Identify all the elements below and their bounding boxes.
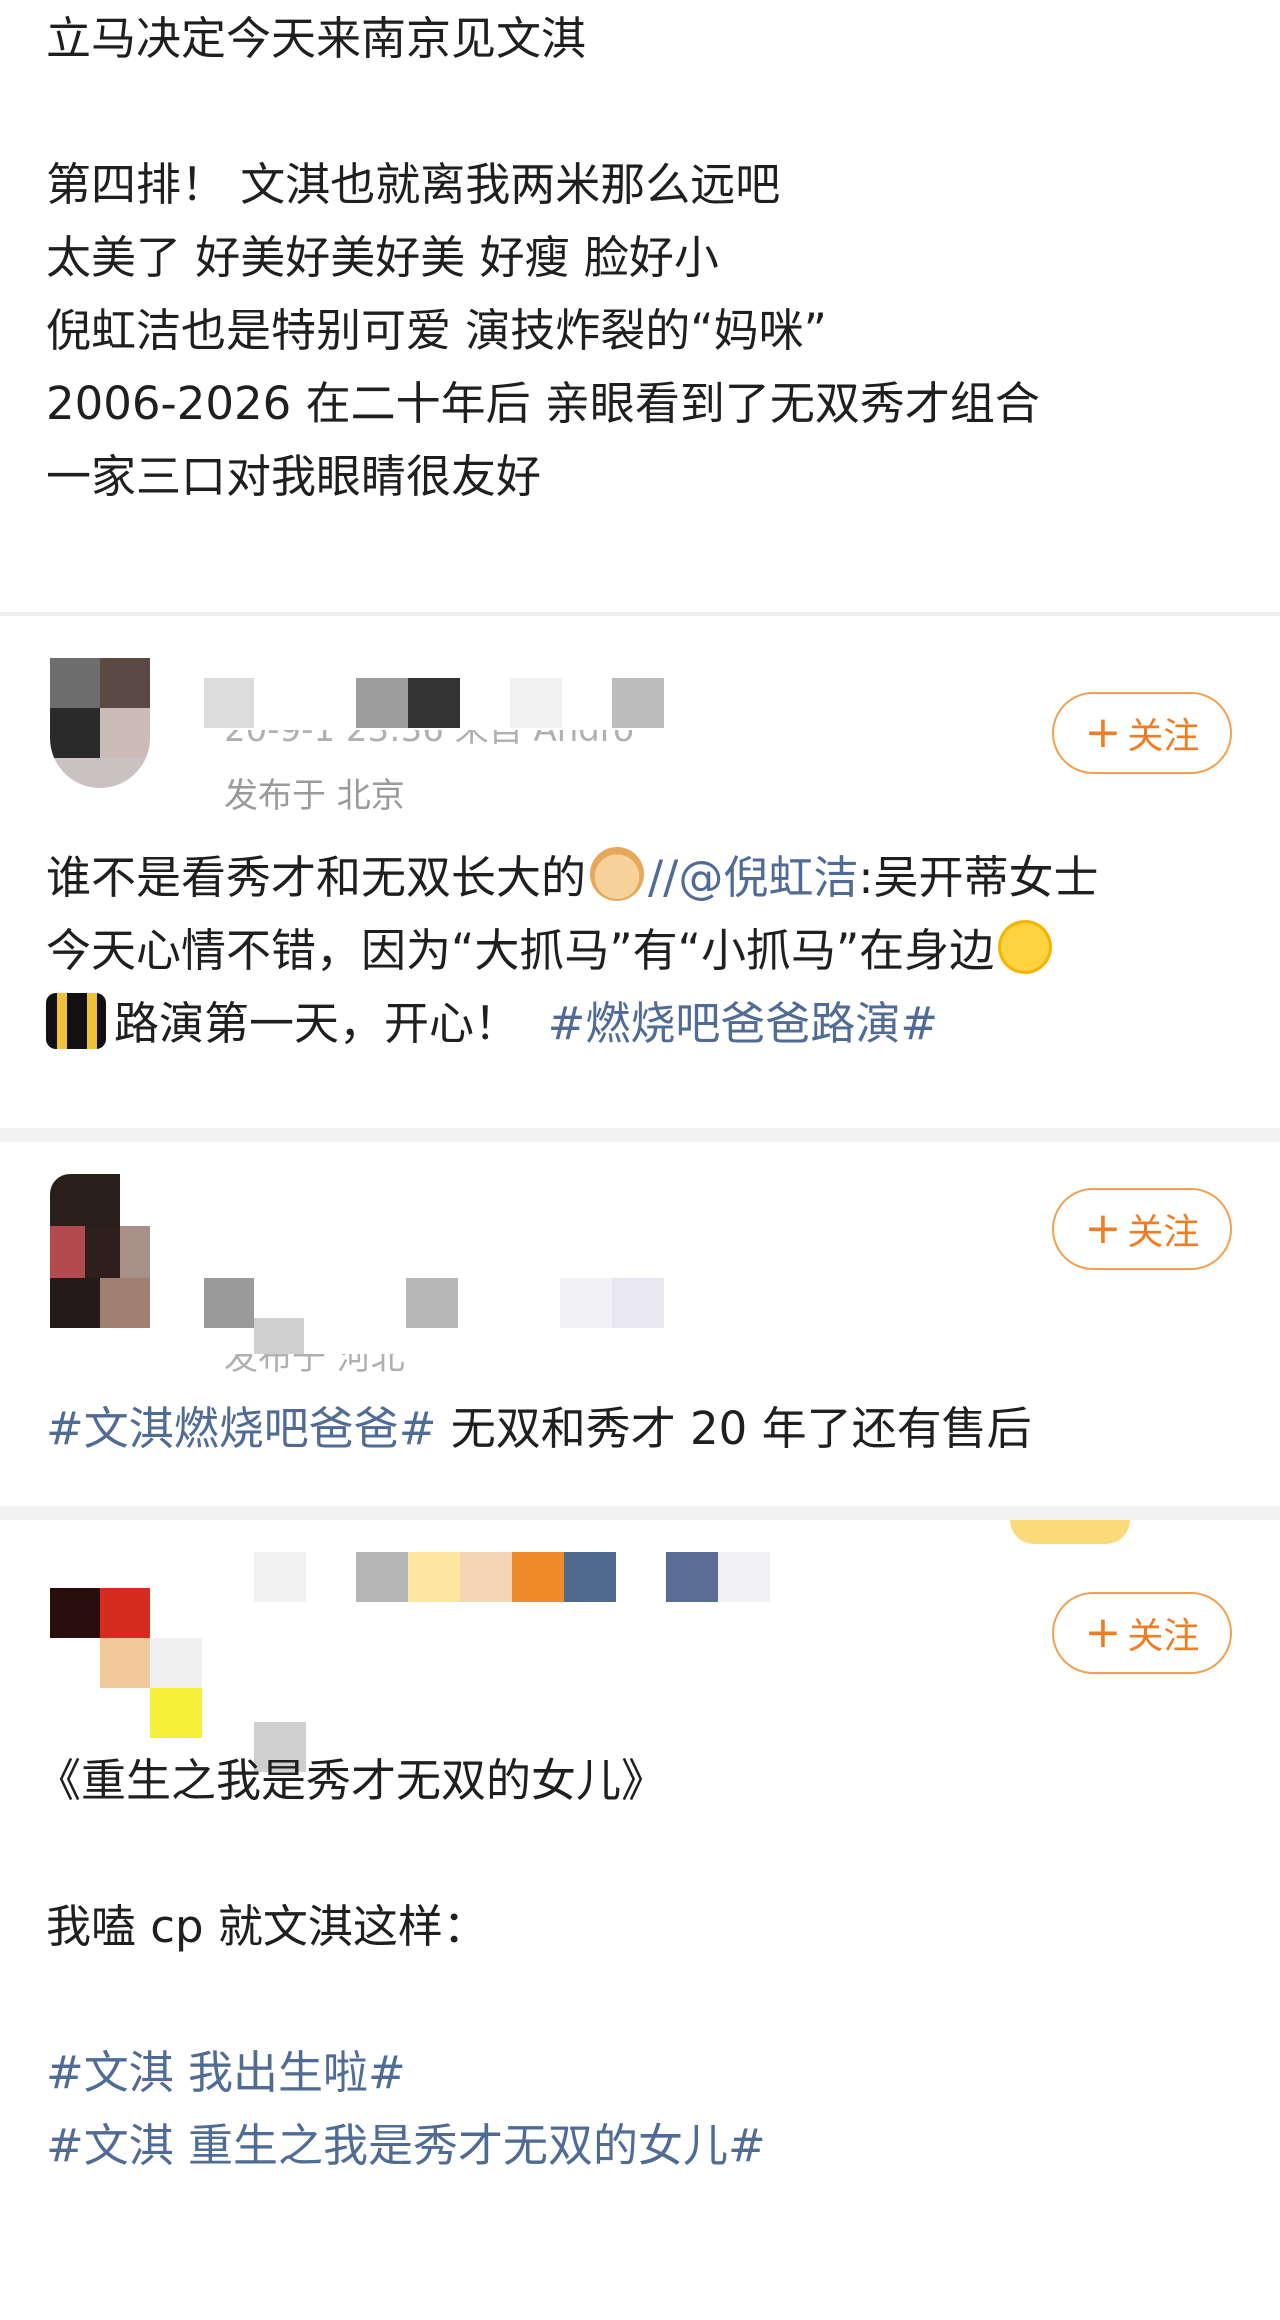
- post-2-quote-text: :吴开蒂女士: [858, 851, 1099, 904]
- post-2-body: 谁不是看秀才和无双长大的 //@倪虹洁:吴开蒂女士 今天心情不错，因为“大抓马”有…: [0, 841, 1280, 1060]
- post-1-blank-line: [0, 75, 1280, 148]
- post-1-line-5: 倪虹洁也是特别可爱 演技炸裂的“妈咪”: [46, 304, 827, 357]
- post-4-line-1: 《重生之我是秀才无双的女儿》: [36, 1754, 667, 1807]
- post-1-line-4: 太美了 好美好美好美 好瘦 脸好小: [46, 231, 719, 284]
- post-4: + 关注 《重生之我是秀才无双的女儿》 我嗑 cp 就文淇这样： #文淇 我出生…: [0, 1520, 1280, 2320]
- post-2: 20-9-1 23:36 来自 Andro 发布于 北京 + 关注 谁不是看秀才…: [0, 616, 1280, 1128]
- post-3: 发布于 河北 + 关注 #文淇燃烧吧爸爸# 无双和秀才 20 年了还有售后: [0, 1142, 1280, 1506]
- post-2-line-2: 今天心情不错，因为“大抓马”有“小抓马”在身边: [0, 914, 1280, 987]
- post-2-header: 20-9-1 23:36 来自 Andro 发布于 北京 + 关注: [0, 616, 1280, 836]
- sticker-partial: [1010, 1520, 1130, 1544]
- plus-icon: +: [1084, 1203, 1122, 1254]
- plus-icon: +: [1084, 707, 1122, 758]
- repost-separator: //: [648, 851, 679, 904]
- mention-link[interactable]: @倪虹洁: [678, 851, 858, 904]
- avatar[interactable]: [50, 658, 150, 788]
- post-1: 立马决定今天来南京见文淇 第四排！ 文淇也就离我两米那么远吧 太美了 好美好美好…: [0, 0, 1280, 612]
- post-2-text: 谁不是看秀才和无双长大的: [46, 851, 587, 904]
- plus-icon: +: [1084, 1607, 1122, 1658]
- username-pixelated[interactable]: [204, 678, 664, 728]
- topic-link[interactable]: #文淇燃烧吧爸爸#: [46, 1402, 436, 1455]
- post-1-line-6: 2006-2026 在二十年后 亲眼看到了无双秀才组合: [46, 377, 1040, 430]
- post-2-line-3-text: 路演第一天，开心！: [114, 997, 520, 1050]
- post-1-partial-top-line: [0, 0, 1280, 2]
- dancing-girls-emoji-icon: [46, 993, 106, 1049]
- follow-label: 关注: [1127, 1212, 1200, 1253]
- topic-link[interactable]: #燃烧吧爸爸路演#: [548, 997, 938, 1050]
- post-4-line-2: 我嗑 cp 就文淇这样：: [46, 1900, 488, 1953]
- post-separator: [0, 1128, 1280, 1142]
- post-1-line-7: 一家三口对我眼睛很友好: [46, 450, 542, 503]
- username-pixelated[interactable]: [150, 1552, 770, 1772]
- post-3-text: 无双和秀才 20 年了还有售后: [436, 1402, 1032, 1455]
- post-2-timestamp: 20-9-1 23:36 来自 Andro: [224, 730, 634, 750]
- follow-button[interactable]: + 关注: [1052, 1188, 1232, 1270]
- post-2-line-3: 路演第一天，开心！ #燃烧吧爸爸路演#: [0, 987, 1280, 1060]
- post-4-blank-line: [0, 1817, 1280, 1890]
- post-2-line-1: 谁不是看秀才和无双长大的 //@倪虹洁:吴开蒂女士: [0, 841, 1280, 914]
- avatar[interactable]: [50, 1174, 150, 1278]
- post-1-line-1: 立马决定今天来南京见文淇: [46, 12, 587, 65]
- follow-label: 关注: [1127, 1616, 1200, 1657]
- post-2-location: 发布于 北京: [224, 776, 405, 816]
- post-3-body: #文淇燃烧吧爸爸# 无双和秀才 20 年了还有售后: [0, 1392, 1032, 1465]
- post-4-body: 《重生之我是秀才无双的女儿》 我嗑 cp 就文淇这样： #文淇 我出生啦# #文…: [0, 1744, 1280, 2182]
- topic-link[interactable]: #文淇 我出生啦#: [0, 2036, 1280, 2109]
- follow-button[interactable]: + 关注: [1052, 1592, 1232, 1674]
- kiss-emoji-icon: [998, 920, 1053, 974]
- post-4-blank-line: [0, 1963, 1280, 2036]
- follow-label: 关注: [1127, 716, 1200, 757]
- follow-button[interactable]: + 关注: [1052, 692, 1232, 774]
- post-separator: [0, 1506, 1280, 1520]
- topic-link[interactable]: #文淇 重生之我是秀才无双的女儿#: [0, 2109, 1280, 2182]
- post-1-line-3: 第四排！ 文淇也就离我两米那么远吧: [46, 158, 781, 211]
- post-3-location: 发布于 河北: [224, 1354, 405, 1378]
- doge-emoji-icon: [590, 847, 645, 901]
- avatar[interactable]: [50, 1588, 150, 1688]
- post-2-line-2-text: 今天心情不错，因为“大抓马”有“小抓马”在身边: [46, 924, 995, 977]
